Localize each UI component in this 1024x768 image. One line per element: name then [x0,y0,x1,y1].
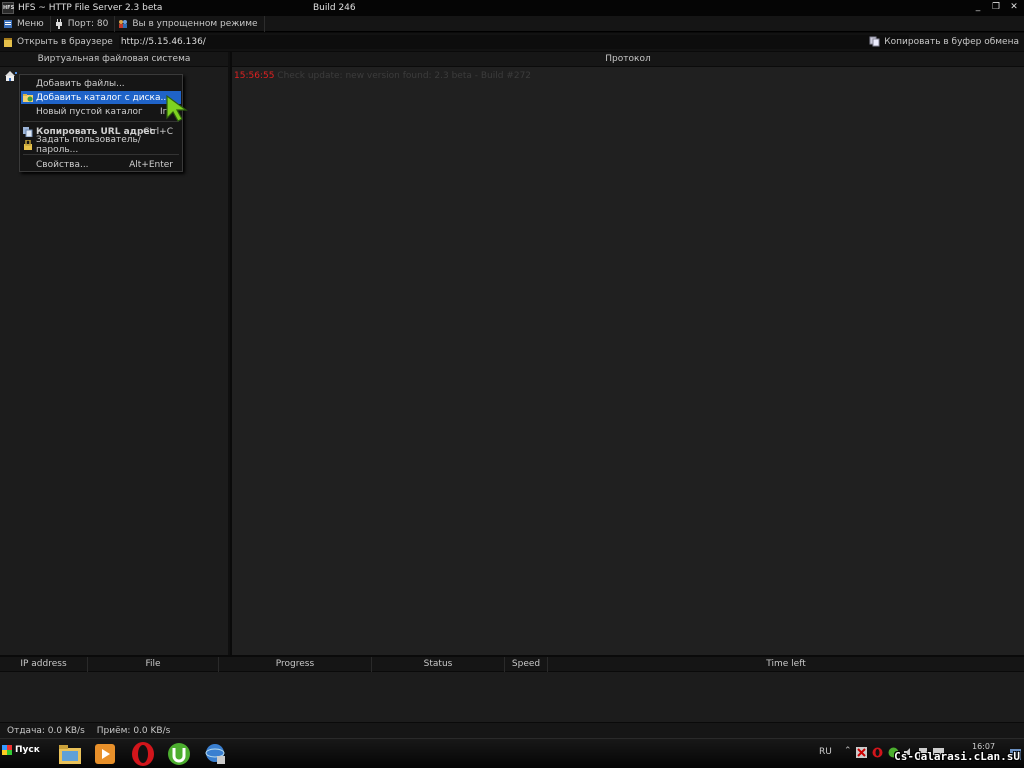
clipboard-icon [869,36,880,47]
menu-bar: Меню Порт: 80 Вы в упрощенном режиме [0,15,1024,32]
column-speed[interactable]: Speed [505,657,548,672]
download-speed: Приём: 0.0 KB/s [96,725,171,736]
menu-item-label: Свойства... [36,159,89,170]
utorrent-icon[interactable] [166,741,192,767]
close-button[interactable]: ✕ [1008,2,1020,13]
copy-clipboard-label: Копировать в буфер обмена [884,36,1019,47]
window-controls: _ ❐ ✕ [972,2,1020,13]
open-browser-label: Открыть в браузере [17,37,113,47]
menu-item-new-folder[interactable]: Новый пустой каталог Ins [21,105,181,118]
menu-item-shortcut: Alt+Enter [129,159,173,170]
menu-item-set-user[interactable]: Задать пользователь/пароль... [21,135,181,155]
url-bar: Открыть в браузере http://5.15.46.136/ К… [0,33,1024,51]
start-button[interactable]: Пуск [2,745,40,755]
log-panel: Протокол 15:56:55 Check update: new vers… [232,52,1024,655]
opera-icon[interactable] [130,741,156,767]
column-status[interactable]: Status [372,657,505,672]
menu-item-label: Новый пустой каталог [36,106,143,117]
menu-icon [4,19,12,28]
taskbar: Пуск RU ⌃ 16:07 [0,738,1024,768]
menu-item-label: Добавить файлы... [36,78,125,89]
menu-separator [23,154,179,155]
context-menu: Добавить файлы... Добавить каталог с дис… [19,74,183,172]
lock-icon [24,139,32,150]
menu-item-label: Добавить каталог с диска... [36,92,170,103]
minimize-button[interactable]: _ [972,2,984,13]
menu-item-properties[interactable]: Свойства... Alt+Enter [21,158,181,171]
log-time: 15:56:55 [234,71,275,81]
menu-item-add-folder[interactable]: Добавить каталог с диска... [21,91,181,104]
title-bar: HFS HFS ~ HTTP File Server 2.3 beta Buil… [0,0,1024,16]
language-indicator[interactable]: RU [819,747,832,757]
mode-button[interactable]: Вы в упрощенном режиме [115,15,265,32]
column-time-left[interactable]: Time left [548,657,1024,672]
menu-item-label: Задать пользователь/пароль... [36,134,141,155]
url-field[interactable]: http://5.15.46.136/ [118,35,909,49]
menu-label: Меню [17,18,44,29]
column-file[interactable]: File [88,657,219,672]
transfers-header: IP address File Progress Status Speed Ti… [0,657,1024,672]
mouse-cursor-icon [166,94,188,122]
vfs-header: Виртуальная файловая система [0,52,228,67]
media-player-icon[interactable] [92,741,118,767]
browser-icon [4,37,12,47]
restore-button[interactable]: ❐ [990,2,1002,13]
upload-speed: Отдача: 0.0 KB/s [7,725,85,736]
tray-expand-icon[interactable]: ⌃ [844,746,855,757]
transfers-panel[interactable]: IP address File Progress Status Speed Ti… [0,657,1024,722]
network-error-icon[interactable] [856,747,867,758]
watermark: Cs-Calarasi.cLan.sU [894,750,1020,763]
users-icon [119,19,128,28]
column-ip[interactable]: IP address [0,657,88,672]
log-entry: 15:56:55 Check update: new version found… [232,67,1024,85]
status-bar: Отдача: 0.0 KB/s Приём: 0.0 KB/s [0,722,1024,738]
start-label: Пуск [15,745,40,755]
hfs-logo-icon: HFS [2,2,14,14]
folder-add-icon [23,93,33,102]
explorer-icon[interactable] [57,741,83,767]
menu-button[interactable]: Меню [0,15,51,32]
home-folder-icon[interactable] [4,70,18,82]
hfs-icon[interactable] [202,741,228,767]
log-header: Протокол [232,52,1024,67]
plug-icon [55,18,62,29]
column-progress[interactable]: Progress [219,657,372,672]
windows-logo-icon [2,745,12,755]
window-title: HFS ~ HTTP File Server 2.3 beta [18,3,163,13]
log-message: Check update: new version found: 2.3 bet… [277,71,532,81]
copy-clipboard-button[interactable]: Копировать в буфер обмена [869,36,1019,47]
copy-icon [23,126,33,137]
menu-item-add-files[interactable]: Добавить файлы... [21,77,181,90]
opera-tray-icon[interactable] [872,747,883,758]
menu-separator [23,121,179,122]
port-button[interactable]: Порт: 80 [51,15,116,32]
open-browser-button[interactable]: Открыть в браузере [0,37,113,48]
port-label: Порт: 80 [67,18,109,29]
build-label: Build 246 [313,3,356,13]
mode-label: Вы в упрощенном режиме [132,18,258,29]
